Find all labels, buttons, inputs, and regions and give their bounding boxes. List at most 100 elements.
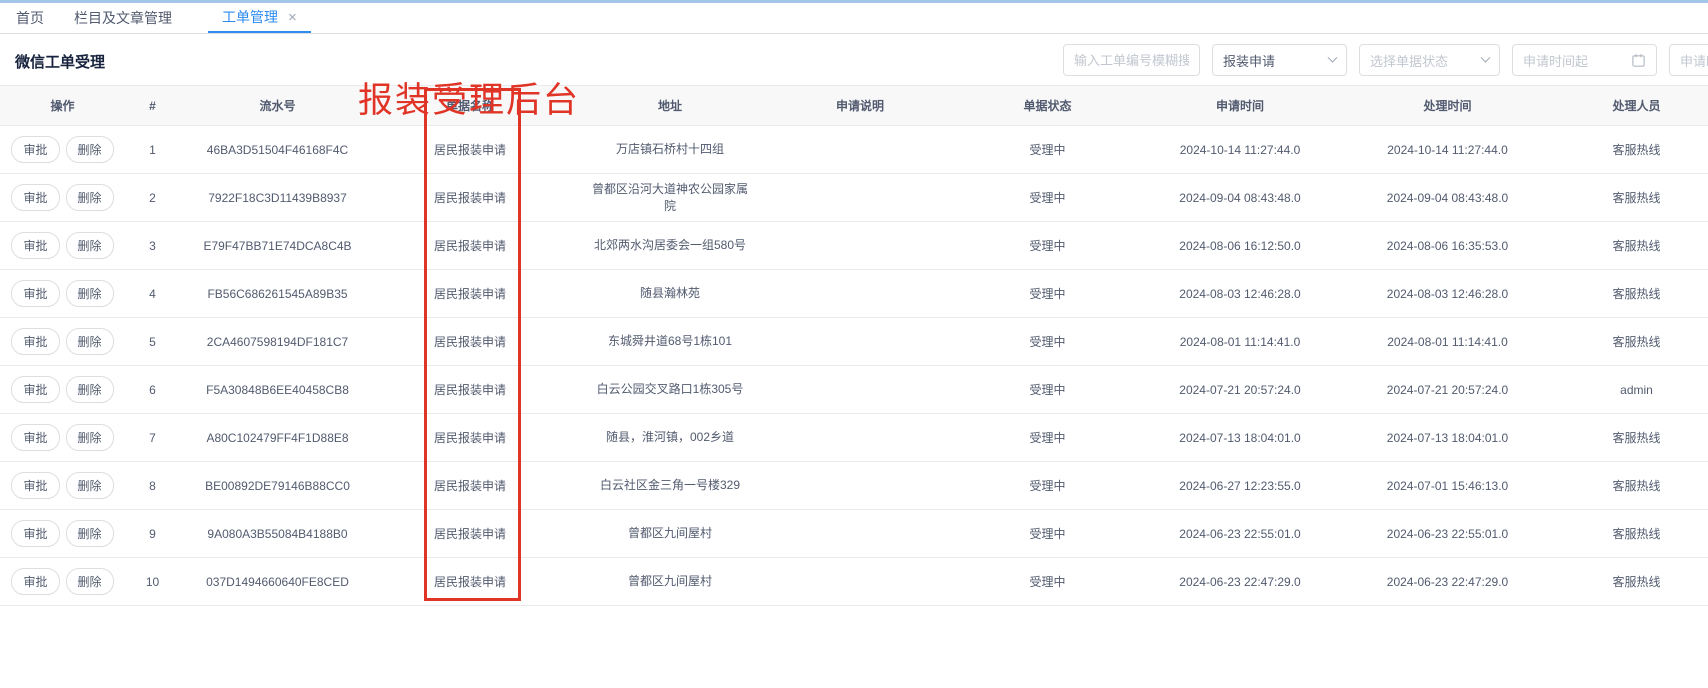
handler: 客服热线 [1612, 143, 1660, 157]
delete-button[interactable]: 删除 [66, 280, 114, 307]
approve-button[interactable]: 审批 [11, 184, 59, 211]
handle-time: 2024-06-23 22:47:29.0 [1387, 575, 1508, 589]
handle-time: 2024-06-23 22:55:01.0 [1387, 527, 1508, 541]
address: 曾都区九间屋村 [628, 573, 712, 590]
filter-bar: 报装申请 选择单据状态 申请时间起 申请时间止 [1063, 44, 1708, 76]
doc-name: 居民报装申请 [434, 239, 506, 253]
approve-button[interactable]: 审批 [11, 472, 59, 499]
tab-bar: 首页 栏目及文章管理 工单管理 × [0, 3, 1708, 34]
serial-number: 9A080A3B55084B4188B0 [207, 527, 347, 541]
approve-button[interactable]: 审批 [11, 424, 59, 451]
address: 随县瀚林苑 [640, 285, 700, 302]
serial-number: FB56C686261545A89B35 [207, 287, 347, 301]
status-select[interactable]: 选择单据状态 [1359, 44, 1500, 76]
approve-button[interactable]: 审批 [11, 568, 59, 595]
serial-number: 037D1494660640FE8CED [206, 575, 349, 589]
row-index: 7 [149, 431, 156, 445]
approve-button[interactable]: 审批 [11, 328, 59, 355]
handler: 客服热线 [1612, 287, 1660, 301]
row-index: 9 [149, 527, 156, 541]
handler: 客服热线 [1612, 575, 1660, 589]
handle-time: 2024-07-21 20:57:24.0 [1387, 383, 1508, 397]
approve-button[interactable]: 审批 [11, 376, 59, 403]
row-index: 8 [149, 479, 156, 493]
apply-time: 2024-07-13 18:04:01.0 [1179, 431, 1300, 445]
date-end-input[interactable]: 申请时间止 [1669, 44, 1708, 76]
delete-button[interactable]: 删除 [66, 472, 114, 499]
serial-number: F5A30848B6EE40458CB8 [206, 383, 349, 397]
delete-button[interactable]: 删除 [66, 184, 114, 211]
table-row: 审批删除7A80C102479FF4F1D88E8居民报装申请随县，淮河镇，00… [0, 414, 1708, 462]
handler: admin [1620, 383, 1653, 397]
tab-label: 栏目及文章管理 [74, 8, 172, 28]
close-icon[interactable]: × [288, 10, 297, 25]
serial-number: A80C102479FF4F1D88E8 [206, 431, 348, 445]
address: 白云社区金三角一号楼329 [600, 477, 740, 494]
doc-name: 居民报装申请 [434, 479, 506, 493]
handler: 客服热线 [1612, 431, 1660, 445]
doc-status: 受理中 [1029, 527, 1065, 541]
status-select-placeholder: 选择单据状态 [1370, 51, 1482, 70]
column-header-actions: 操作 [0, 86, 125, 126]
doc-name: 居民报装申请 [434, 143, 506, 157]
apply-time: 2024-06-23 22:47:29.0 [1179, 575, 1300, 589]
date-end-placeholder: 申请时间止 [1680, 51, 1708, 70]
address: 北郊两水沟居委会一组580号 [594, 237, 746, 254]
table-row: 审批删除 2 7922F18C3D11439B8937 居民报装申请 曾都区沿河大道神农… [0, 174, 1708, 222]
row-index: 1 [149, 143, 156, 157]
type-select[interactable]: 报装申请 [1212, 44, 1347, 76]
apply-time: 2024-08-03 12:46:28.0 [1179, 287, 1300, 301]
approve-button[interactable]: 审批 [11, 280, 59, 307]
handle-time: 2024-08-01 11:14:41.0 [1387, 335, 1508, 349]
serial-number: 7922F18C3D11439B8937 [208, 191, 347, 205]
delete-button[interactable]: 删除 [66, 424, 114, 451]
address: 曾都区九间屋村 [628, 525, 712, 542]
column-header-apply-desc: 申请说明 [775, 86, 945, 126]
tab-home[interactable]: 首页 [16, 3, 44, 33]
apply-time: 2024-06-23 22:55:01.0 [1179, 527, 1300, 541]
handle-time: 2024-10-14 11:27:44.0 [1387, 143, 1508, 157]
approve-button[interactable]: 审批 [11, 232, 59, 259]
page-title: 微信工单受理 [15, 51, 105, 72]
serial-number: BE00892DE79146B88CC0 [205, 479, 350, 493]
delete-button[interactable]: 删除 [66, 232, 114, 259]
tab-work-order-management[interactable]: 工单管理 × [208, 3, 311, 33]
handle-time: 2024-08-06 16:35:53.0 [1387, 239, 1508, 253]
row-index: 2 [149, 191, 156, 205]
table-row: 审批删除146BA3D51504F46168F4C居民报装申请万店镇石桥村十四组… [0, 126, 1708, 174]
handler: 客服热线 [1612, 479, 1660, 493]
delete-button[interactable]: 删除 [66, 328, 114, 355]
doc-name: 居民报装申请 [434, 383, 506, 397]
doc-name: 居民报装申请 [434, 287, 506, 301]
approve-button[interactable]: 审批 [11, 136, 59, 163]
approve-button[interactable]: 审批 [11, 520, 59, 547]
chevron-down-icon [1328, 52, 1338, 62]
search-input[interactable] [1063, 44, 1200, 76]
delete-button[interactable]: 删除 [66, 376, 114, 403]
date-start-input[interactable]: 申请时间起 [1512, 44, 1657, 76]
table-body: 审批删除146BA3D51504F46168F4C居民报装申请万店镇石桥村十四组… [0, 126, 1708, 606]
doc-status: 受理中 [1029, 479, 1065, 493]
handler: 客服热线 [1612, 191, 1660, 205]
doc-name: 居民报装申请 [434, 191, 506, 205]
doc-name: 居民报装申请 [434, 527, 506, 541]
address: 曾都区沿河大道神农公园家属院 [588, 181, 753, 215]
doc-status: 受理中 [1029, 383, 1065, 397]
calendar-icon [1631, 53, 1646, 68]
apply-time: 2024-08-01 11:14:41.0 [1180, 335, 1301, 349]
address: 东城舜井道68号1栋101 [608, 333, 732, 350]
row-index: 3 [149, 239, 156, 253]
type-select-value: 报装申请 [1223, 51, 1329, 70]
delete-button[interactable]: 删除 [66, 520, 114, 547]
tab-articles-management[interactable]: 栏目及文章管理 [74, 3, 172, 33]
handler: 客服热线 [1612, 527, 1660, 541]
doc-status: 受理中 [1029, 287, 1065, 301]
table-header-row: 操作 # 流水号 单据名称 地址 申请说明 单据状态 申请时间 处理时间 处理人… [0, 86, 1708, 126]
delete-button[interactable]: 删除 [66, 136, 114, 163]
doc-status: 受理中 [1029, 239, 1065, 253]
doc-status: 受理中 [1029, 191, 1065, 205]
delete-button[interactable]: 删除 [66, 568, 114, 595]
column-header-apply-time: 申请时间 [1150, 86, 1330, 126]
apply-time: 2024-08-06 16:12:50.0 [1179, 239, 1300, 253]
handle-time: 2024-08-03 12:46:28.0 [1387, 287, 1508, 301]
